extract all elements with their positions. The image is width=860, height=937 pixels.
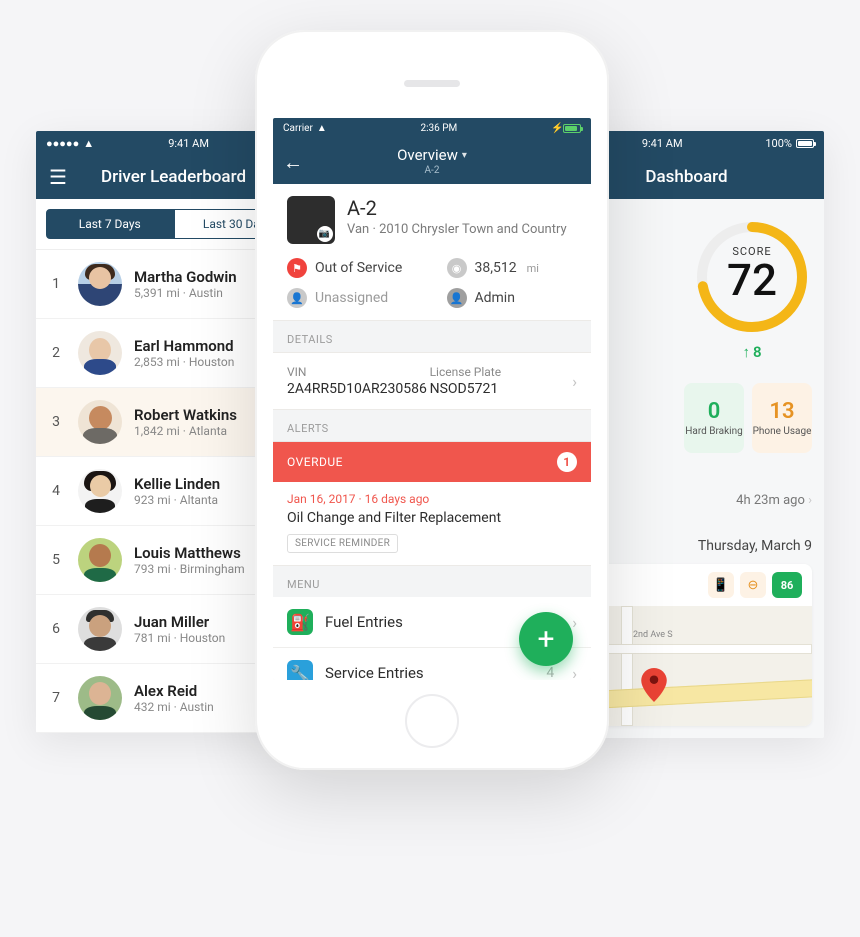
stat-value: 13 (769, 399, 794, 424)
menu-label: Fuel Entries (325, 613, 526, 631)
avatar (78, 676, 122, 720)
vehicle-image[interactable]: 📷 (287, 196, 335, 244)
chevron-right-icon: › (572, 372, 577, 391)
front-phone-frame: Carrier ▲ 2:36 PM ⚡ ← Overview▾ A-2 📷 A-2… (255, 30, 609, 770)
avatar (78, 331, 122, 375)
menu-label: Service Entries (325, 664, 534, 680)
status-time: 2:36 PM (420, 123, 457, 134)
section-alerts-label: ALERTS (273, 410, 591, 441)
gauge-value: 72 (692, 258, 812, 302)
battery-icon (796, 139, 814, 148)
odometer-icon: ◉ (447, 258, 467, 278)
user-icon: 👤 (287, 288, 307, 308)
plus-icon: + (537, 622, 554, 657)
chevron-right-icon: › (572, 664, 577, 681)
flag-icon: ⚑ (287, 258, 307, 278)
overview-title[interactable]: Overview▾ (397, 146, 467, 164)
rank-label: 3 (46, 414, 66, 430)
vehicle-name: A-2 (347, 196, 567, 220)
chevron-down-icon: ▾ (462, 150, 467, 161)
rank-label: 1 (46, 276, 66, 292)
trip-score-badge: 86 (772, 572, 802, 598)
rank-label: 4 (46, 483, 66, 499)
alert-tag: SERVICE REMINDER (287, 534, 398, 553)
tab-last-7-days[interactable]: Last 7 Days (46, 209, 174, 239)
section-details-label: DETAILS (273, 321, 591, 352)
alert-title: Oil Change and Filter Replacement (287, 510, 577, 526)
avatar (78, 538, 122, 582)
wifi-icon: ▲ (317, 123, 327, 134)
fuel-icon: ⛽ (287, 609, 313, 635)
overview-screen: Carrier ▲ 2:36 PM ⚡ ← Overview▾ A-2 📷 A-2… (273, 118, 591, 680)
camera-icon: 📷 (319, 229, 330, 239)
rank-label: 5 (46, 552, 66, 568)
rank-label: 2 (46, 345, 66, 361)
map-pin-icon[interactable] (641, 668, 667, 706)
add-button[interactable]: + (519, 612, 573, 666)
phone-usage-chip-icon: 📱 (708, 572, 734, 598)
menu-count: 4 (546, 665, 554, 680)
vin-label: VIN (287, 365, 430, 379)
status-assigned: 👤Unassigned (287, 288, 447, 308)
gauge-delta: ↑8 (742, 343, 761, 361)
score-gauge: SCORE 72 ↑8 (692, 217, 812, 361)
avatar (78, 262, 122, 306)
avatar (78, 469, 122, 513)
charging-icon: ⚡ (551, 123, 559, 134)
signal-dots-icon: ●●●●● (46, 137, 79, 150)
section-menu-label: MENU (273, 566, 591, 597)
status-time: 9:41 AM (642, 137, 683, 150)
status-odometer: ◉38,512mi (447, 258, 578, 278)
rank-label: 6 (46, 621, 66, 637)
carrier-label: Carrier (283, 123, 313, 134)
overdue-count-badge: 1 (557, 452, 577, 472)
speeding-chip-icon: ⊖ (740, 572, 766, 598)
battery-icon (563, 124, 581, 133)
avatar (78, 607, 122, 651)
chevron-right-icon: › (572, 613, 577, 632)
plate-label: License Plate (430, 365, 573, 379)
stat-phone-usage[interactable]: 13 Phone Usage (752, 383, 812, 453)
status-bar: Carrier ▲ 2:36 PM ⚡ (273, 118, 591, 138)
overview-subtitle: A-2 (425, 165, 440, 176)
arrow-up-icon: ↑ (742, 343, 750, 361)
vehicle-header-card: 📷 A-2 Van · 2010 Chrysler Town and Count… (273, 184, 591, 321)
map-street-label: 2nd Ave S (633, 630, 673, 640)
stat-label: Hard Braking (685, 426, 743, 438)
stat-value: 0 (708, 399, 721, 424)
rank-label: 7 (46, 690, 66, 706)
title-bar: ← Overview▾ A-2 (273, 138, 591, 184)
wrench-icon: 🔧 (287, 660, 313, 680)
overdue-header[interactable]: OVERDUE 1 (273, 441, 591, 482)
stat-hard-braking[interactable]: 0 Hard Braking (684, 383, 744, 453)
battery-percent: 100% (765, 137, 792, 150)
vehicle-desc: Van · 2010 Chrysler Town and Country (347, 222, 567, 237)
alert-date: Jan 16, 2017 · 16 days ago (287, 492, 577, 506)
home-button[interactable] (405, 694, 459, 748)
menu-icon[interactable]: ☰ (36, 165, 80, 189)
back-icon[interactable]: ← (283, 150, 303, 175)
user-icon: 👤 (447, 288, 467, 308)
overdue-label: OVERDUE (287, 455, 343, 469)
status-time: 9:41 AM (168, 137, 209, 150)
phone-speaker-icon (404, 80, 460, 87)
vin-value: 2A4RR5D10AR230586 (287, 381, 430, 397)
plate-value: NSOD5721 (430, 381, 573, 397)
alert-card[interactable]: Jan 16, 2017 · 16 days ago Oil Change an… (273, 482, 591, 566)
details-row[interactable]: VIN 2A4RR5D10AR230586 License Plate NSOD… (273, 352, 591, 410)
stat-label: Phone Usage (753, 426, 812, 438)
avatar (78, 400, 122, 444)
status-admin: 👤Admin (447, 288, 578, 308)
wifi-icon: ▲ (83, 137, 94, 150)
status-out-of-service: ⚑Out of Service (287, 258, 447, 278)
